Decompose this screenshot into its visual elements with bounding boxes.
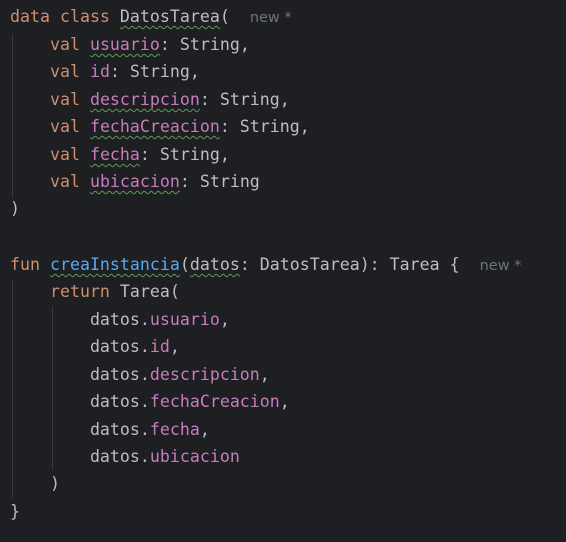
receiver: datos. (89, 337, 150, 356)
code-line-argument[interactable]: datos.ubicacion (10, 446, 240, 468)
class-name[interactable]: DatosTarea (120, 7, 220, 26)
paren-open: ( (219, 7, 230, 26)
code-line-field[interactable]: val ubicacion: String (10, 171, 260, 193)
keyword-data: data (10, 7, 50, 26)
code-line-function-close[interactable]: } (10, 501, 20, 523)
code-line-argument[interactable]: datos.fechaCreacion, (10, 391, 290, 413)
keyword-fun: fun (10, 255, 40, 274)
separator: , (169, 337, 180, 356)
property-access[interactable]: fechaCreacion (150, 392, 280, 411)
code-line-field[interactable]: val fecha: String, (10, 144, 230, 166)
separator: , (279, 392, 290, 411)
receiver: datos. (89, 392, 150, 411)
property-access[interactable]: id (150, 337, 170, 356)
param-name[interactable]: datos (190, 255, 240, 274)
code-line-argument[interactable]: datos.usuario, (10, 309, 230, 331)
keyword-val: val (49, 117, 80, 136)
separator: , (259, 365, 270, 384)
code-line-class-declaration[interactable]: data class DatosTarea( new * (10, 6, 292, 28)
code-line-function-declaration[interactable]: fun creaInstancia(datos: DatosTarea): Ta… (10, 254, 521, 276)
code-line-argument[interactable]: datos.fecha, (10, 419, 210, 441)
code-line-field[interactable]: val fechaCreacion: String, (10, 116, 310, 138)
field-name[interactable]: ubicacion (90, 172, 180, 191)
paren-close: ) (10, 199, 20, 218)
keyword-val: val (49, 62, 80, 81)
keyword-val: val (49, 35, 80, 54)
paren-open: ( (179, 255, 190, 274)
code-editor[interactable]: data class DatosTarea( new * val usuario… (0, 0, 566, 542)
field-type: : String, (219, 117, 310, 136)
field-name[interactable]: usuario (90, 35, 160, 54)
code-line-argument[interactable]: datos.descripcion, (10, 364, 270, 386)
field-name[interactable]: fecha (90, 145, 140, 164)
paren-close: ) (49, 474, 60, 493)
field-name[interactable]: id (90, 62, 110, 81)
receiver: datos. (89, 420, 150, 439)
field-type: : String, (159, 35, 250, 54)
keyword-class: class (59, 7, 110, 26)
separator: , (199, 420, 210, 439)
field-type: : String, (109, 62, 200, 81)
code-line-call-close[interactable]: ) (10, 473, 60, 495)
receiver: datos. (89, 447, 150, 466)
code-line-field[interactable]: val id: String, (10, 61, 200, 83)
property-access[interactable]: usuario (150, 310, 220, 329)
function-name[interactable]: creaInstancia (50, 255, 180, 274)
field-name[interactable]: descripcion (90, 90, 200, 109)
receiver: datos. (89, 365, 150, 384)
property-access[interactable]: fecha (150, 420, 200, 439)
code-line-field[interactable]: val usuario: String, (10, 34, 250, 56)
field-type: : String, (199, 90, 290, 109)
separator: , (219, 310, 230, 329)
code-line-class-close[interactable]: ) (10, 198, 20, 220)
keyword-val: val (49, 172, 80, 191)
field-type: : String, (139, 145, 230, 164)
code-line-argument[interactable]: datos.id, (10, 336, 180, 358)
author-hint[interactable]: new * (480, 258, 522, 274)
receiver: datos. (89, 310, 150, 329)
constructor-call: Tarea( (119, 282, 180, 301)
keyword-return: return (49, 282, 110, 301)
code-line-return[interactable]: return Tarea( (10, 281, 180, 303)
keyword-val: val (49, 145, 80, 164)
field-name[interactable]: fechaCreacion (90, 117, 220, 136)
property-access[interactable]: descripcion (150, 365, 260, 384)
property-access[interactable]: ubicacion (150, 447, 240, 466)
brace-close: } (10, 502, 20, 521)
signature-rest: : DatosTarea): Tarea { (239, 255, 460, 274)
author-hint[interactable]: new * (250, 10, 292, 26)
code-line-field[interactable]: val descripcion: String, (10, 89, 290, 111)
keyword-val: val (49, 90, 80, 109)
field-type: : String (179, 172, 260, 191)
